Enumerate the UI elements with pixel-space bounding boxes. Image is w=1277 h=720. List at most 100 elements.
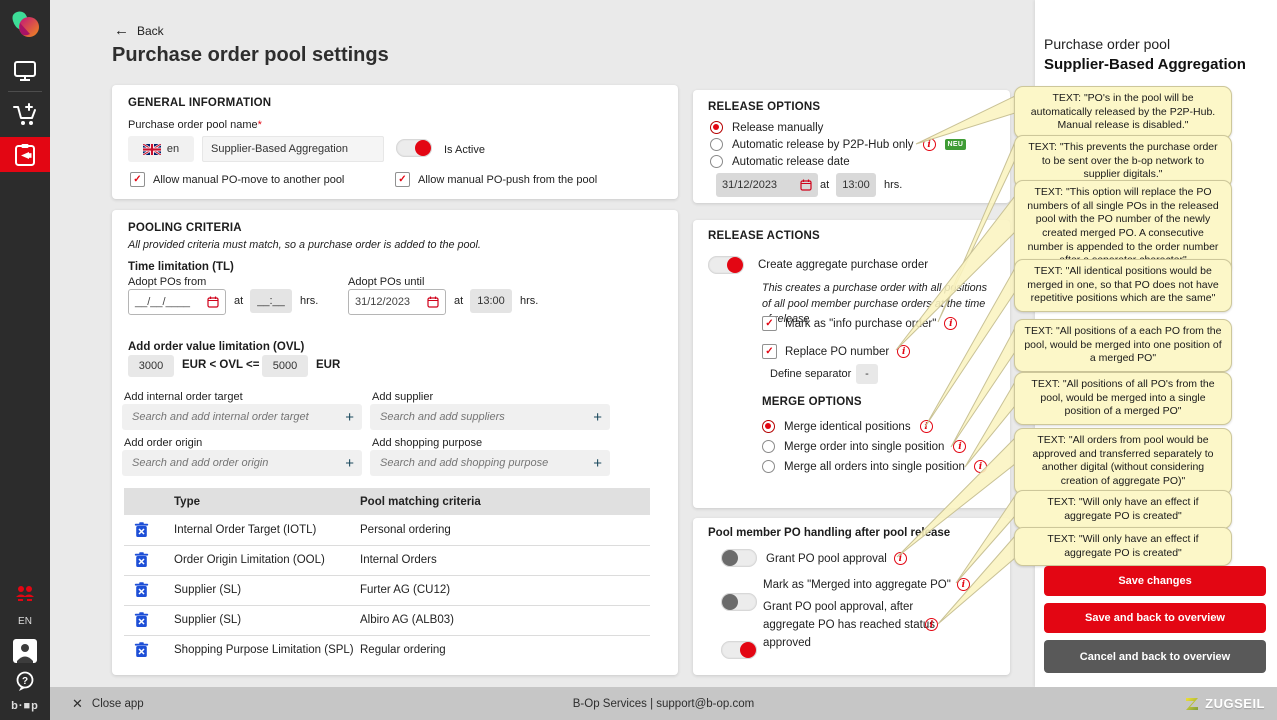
tooltip-callout: TEXT: "Will only have an effect if aggre… [1014, 527, 1232, 567]
add-shopping-purpose-field[interactable]: + [370, 450, 610, 476]
info-icon[interactable]: i [944, 317, 958, 330]
info-icon[interactable]: i [953, 440, 967, 453]
is-active-label: Is Active [444, 144, 485, 156]
calendar-icon[interactable] [207, 296, 219, 308]
toggle-knob [727, 257, 743, 273]
adopt-until-time-input[interactable]: 13:00 [470, 289, 512, 313]
mark-info-po-checkbox-row[interactable]: ✓ Mark as "info purchase order" i [762, 316, 958, 331]
info-icon[interactable]: i [893, 552, 907, 565]
adopt-from-date-input[interactable]: __/__/____ [128, 289, 226, 315]
sidebar-item-po-pools-active[interactable] [0, 137, 50, 172]
radio-selected-icon[interactable] [710, 121, 723, 134]
radio-icon[interactable] [710, 138, 723, 151]
delete-icon[interactable] [134, 522, 149, 538]
is-active-toggle[interactable] [396, 139, 432, 157]
row-criteria: Furter AG (CU12) [360, 584, 451, 596]
user-avatar-icon[interactable] [0, 638, 50, 664]
info-icon[interactable]: i [919, 420, 933, 433]
define-separator-label: Define separator [770, 368, 852, 380]
close-app-button[interactable]: ✕ Close app [72, 696, 144, 712]
radio-icon[interactable] [710, 155, 723, 168]
adopt-from-time-value: __:__ [257, 295, 285, 307]
calendar-icon[interactable] [800, 179, 812, 191]
merge-identical-radio-row[interactable]: Merge identical positions i [762, 420, 933, 433]
add-icon[interactable]: + [345, 410, 354, 425]
adopt-from-time-input[interactable]: __:__ [250, 289, 292, 313]
grant-after-approved-toggle[interactable] [721, 641, 757, 659]
automatic-release-p2p-radio-row[interactable]: Automatic release by P2P-Hub only i NEU [710, 138, 967, 151]
release-options-card: RELEASE OPTIONS Release manually Automat… [693, 90, 1010, 203]
bop-logo: b·■p [11, 700, 39, 712]
tooltip-callout: TEXT: "All identical positions would be … [1014, 259, 1232, 312]
merge-order-radio-row[interactable]: Merge order into single position i [762, 440, 967, 453]
ovl-min-input[interactable]: 3000 [128, 355, 174, 377]
cart-plus-icon[interactable] [0, 99, 50, 129]
add-order-origin-field[interactable]: + [122, 450, 362, 476]
add-supplier-input[interactable] [378, 410, 594, 424]
save-back-button[interactable]: Save and back to overview [1044, 603, 1266, 633]
merge-all-radio-row[interactable]: Merge all orders into single position i [762, 460, 987, 473]
at-label: at [820, 179, 830, 191]
checkbox-checked-icon[interactable]: ✓ [130, 172, 145, 187]
add-shopping-purpose-input[interactable] [378, 456, 594, 470]
adopt-until-date-input[interactable]: 31/12/2023 [348, 289, 446, 315]
release-manually-radio-row[interactable]: Release manually [710, 121, 823, 134]
add-icon[interactable]: + [593, 410, 602, 425]
cancel-back-button[interactable]: Cancel and back to overview [1044, 640, 1266, 673]
sidebar-language-label[interactable]: EN [0, 616, 50, 627]
mark-merged-toggle[interactable] [721, 593, 757, 611]
delete-icon[interactable] [134, 582, 149, 598]
users-red-icon[interactable] [0, 584, 50, 604]
pool-name-label: Purchase order pool name* [128, 119, 262, 131]
save-changes-button[interactable]: Save changes [1044, 566, 1266, 596]
radio-icon[interactable] [762, 440, 775, 453]
delete-icon[interactable] [134, 552, 149, 568]
radio-icon[interactable] [762, 460, 775, 473]
sidebar-divider [8, 91, 42, 92]
general-information-card: GENERAL INFORMATION Purchase order pool … [112, 85, 678, 199]
row-type: Internal Order Target (IOTL) [174, 524, 317, 536]
detail-panel-subtitle: Purchase order pool [1044, 36, 1171, 52]
app-logo-icon[interactable] [0, 8, 50, 44]
row-criteria: Internal Orders [360, 554, 437, 566]
delete-icon[interactable] [134, 642, 149, 658]
info-icon[interactable]: i [956, 578, 970, 591]
info-icon[interactable]: i [897, 345, 911, 358]
info-icon[interactable]: i [922, 138, 936, 151]
ovl-max-value: 5000 [272, 360, 298, 372]
replace-po-number-checkbox-row[interactable]: ✓ Replace PO number i [762, 344, 911, 359]
add-internal-order-target-input[interactable] [130, 410, 346, 424]
ovl-label: Add order value limitation (OVL) [128, 341, 305, 353]
info-icon[interactable]: i [925, 618, 938, 631]
release-date-value: 31/12/2023 [722, 179, 778, 191]
back-button[interactable]: ← Back [114, 22, 164, 39]
calendar-icon[interactable] [427, 296, 439, 308]
add-icon[interactable]: + [593, 456, 602, 471]
allow-push-checkbox-row[interactable]: ✓ Allow manual PO-push from the pool [395, 172, 597, 187]
add-order-origin-input[interactable] [130, 456, 346, 470]
checkbox-checked-icon[interactable]: ✓ [762, 316, 777, 331]
checkbox-checked-icon[interactable]: ✓ [395, 172, 410, 187]
automatic-release-date-radio-row[interactable]: Automatic release date [710, 155, 850, 168]
add-supplier-field[interactable]: + [370, 404, 610, 430]
ovl-max-input[interactable]: 5000 [262, 355, 308, 377]
grant-approval-toggle[interactable] [721, 549, 757, 567]
separator-input[interactable]: - [856, 364, 878, 384]
delete-icon[interactable] [134, 612, 149, 628]
release-date-input[interactable]: 31/12/2023 [716, 173, 818, 197]
radio-selected-icon[interactable] [762, 420, 775, 433]
allow-move-checkbox-row[interactable]: ✓ Allow manual PO-move to another pool [130, 172, 344, 187]
help-icon[interactable]: ? [0, 670, 50, 692]
create-aggregate-toggle[interactable] [708, 256, 744, 274]
pooling-criteria-card: POOLING CRITERIA All provided criteria m… [112, 210, 678, 675]
language-selector[interactable]: en [128, 136, 194, 162]
release-time-input[interactable]: 13:00 [836, 173, 876, 197]
add-internal-order-target-field[interactable]: + [122, 404, 362, 430]
monitor-icon[interactable] [0, 58, 50, 84]
checkbox-checked-icon[interactable]: ✓ [762, 344, 777, 359]
language-code: en [166, 143, 180, 155]
info-icon[interactable]: i [973, 460, 987, 473]
hrs-label: hrs. [520, 295, 539, 307]
add-icon[interactable]: + [345, 456, 354, 471]
pool-name-input[interactable] [202, 136, 384, 162]
